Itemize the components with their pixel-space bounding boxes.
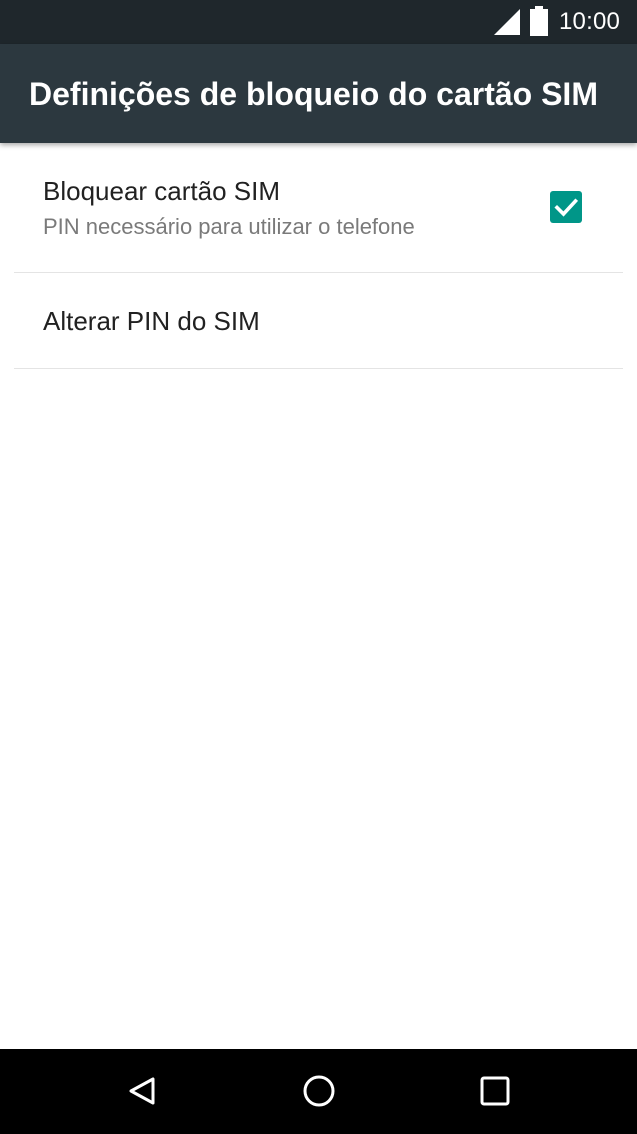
navigation-bar — [0, 1049, 637, 1134]
lock-sim-checkbox[interactable] — [550, 191, 582, 223]
preference-title: Alterar PIN do SIM — [43, 306, 260, 336]
status-bar: 10:00 — [0, 0, 637, 44]
status-clock: 10:00 — [559, 8, 621, 35]
back-icon[interactable] — [121, 1069, 165, 1113]
signal-icon — [494, 9, 520, 35]
checkmark-icon — [554, 198, 579, 217]
preferences-list: Bloquear cartão SIM PIN necessário para … — [0, 143, 637, 1049]
change-sim-pin-preference[interactable]: Alterar PIN do SIM — [14, 273, 623, 369]
preference-title: Bloquear cartão SIM — [43, 176, 281, 206]
lock-sim-card-preference[interactable]: Bloquear cartão SIM PIN necessário para … — [14, 143, 623, 273]
preference-summary: PIN necessário para utilizar o telefone — [43, 214, 415, 239]
app-bar: Definições de bloqueio do cartão SIM — [0, 44, 637, 143]
home-icon[interactable] — [297, 1069, 341, 1113]
page-title: Definições de bloqueio do cartão SIM — [29, 76, 598, 112]
battery-icon — [529, 6, 549, 36]
recents-icon[interactable] — [473, 1069, 517, 1113]
